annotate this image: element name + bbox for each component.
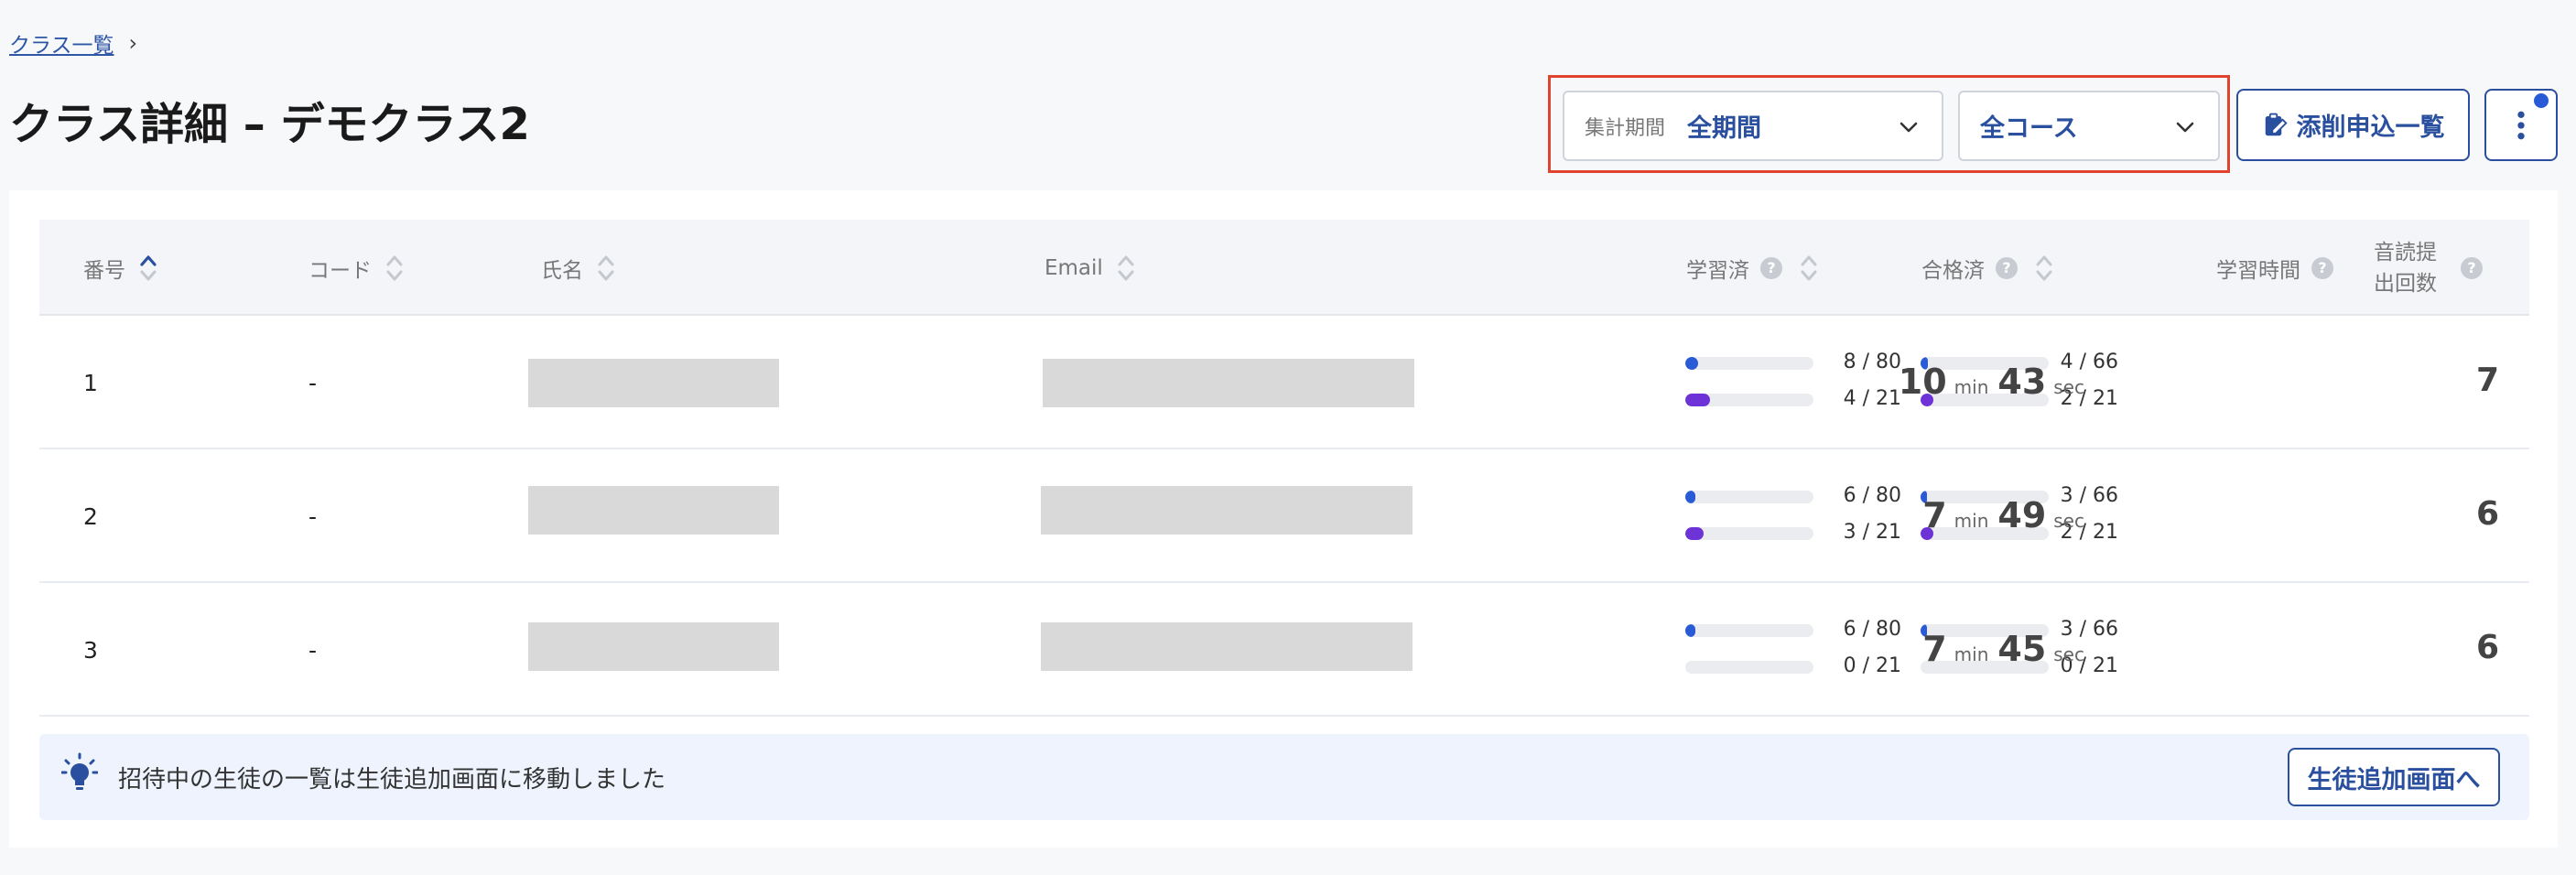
redacted-name [528,622,779,671]
column-header-name[interactable]: 氏名 [541,220,616,316]
student-code: - [308,502,318,530]
page-title: クラス詳細 – デモクラス2 [9,99,530,150]
notification-dot [2534,93,2549,108]
reading-count: 6 [2475,495,2499,533]
column-header-number[interactable]: 番号 [83,220,158,316]
more-vertical-icon [2517,111,2525,139]
studied-progress-bar [1685,357,1813,370]
clipboard-edit-icon [2265,113,2288,135]
redacted-email [1043,359,1414,407]
studied-count: 8 / 80 [1843,351,1901,373]
column-header-passed[interactable]: 合格済 ? [1921,220,2054,316]
student-number: 3 [83,636,98,664]
student-code: - [308,636,318,664]
studied-progress-bar [1685,624,1813,637]
help-icon[interactable]: ? [2461,256,2483,279]
study-time: 7 min 45 sec [1922,629,2084,669]
help-icon[interactable]: ? [1996,256,2018,279]
redacted-email [1041,622,1412,671]
redacted-email [1041,486,1412,535]
column-header-reading-count: 音読提 出回数 ? [2374,220,2483,316]
studied-sub-count: 0 / 21 [1843,654,1901,677]
studied-sub-progress-bar [1685,394,1813,406]
table-header: 番号 コード 氏名 Email 学習済 ? 合格済 ? 学習時間 ? 音読提 出… [39,220,2529,316]
apply-list-label: 添削申込一覧 [2296,113,2445,142]
table-row[interactable]: 1 - 8 / 80 4 / 21 4 / 66 2 / 21 10 min 43 s… [39,316,2529,449]
apply-list-button[interactable]: 添削申込一覧 [2236,89,2470,161]
info-notice: 招待中の生徒の一覧は生徒追加画面に移動しました [39,734,2529,820]
redacted-name [528,486,779,535]
studied-sub-count: 4 / 21 [1843,387,1901,410]
studied-count: 6 / 80 [1843,618,1901,641]
redacted-name [528,359,779,407]
chevron-down-icon [1900,122,1918,133]
sort-icon-active [140,254,157,280]
sort-icon [1801,255,1817,280]
course-select[interactable]: 全コース [1958,91,2220,161]
reading-count: 6 [2475,629,2499,666]
chevron-down-icon [2176,122,2194,133]
column-header-studied[interactable]: 学習済 ? [1686,220,1819,316]
sort-icon [386,255,403,280]
study-time: 10 min 43 sec [1898,362,2084,402]
period-select-label: 集計期間 [1585,116,1666,140]
table-row[interactable]: 3 - 6 / 80 0 / 21 3 / 66 0 / 21 7 min 45 se… [39,583,2529,717]
studied-progress-bar [1685,491,1813,503]
chevron-right-icon: › [128,30,138,56]
help-icon[interactable]: ? [2311,256,2333,279]
studied-sub-count: 3 / 21 [1843,521,1901,544]
student-code: - [308,369,318,396]
course-select-value: 全コース [1980,114,2078,143]
column-header-study-time: 学習時間 ? [2216,220,2333,316]
breadcrumb: クラス一覧 › [9,27,137,59]
period-select[interactable]: 集計期間 全期間 [1563,91,1943,161]
reading-count: 7 [2475,362,2499,399]
period-select-value: 全期間 [1687,114,1762,143]
studied-count: 6 / 80 [1843,484,1901,507]
table-row[interactable]: 2 - 6 / 80 3 / 21 3 / 66 2 / 21 7 min 49 se… [39,449,2529,583]
study-time: 7 min 49 sec [1922,495,2084,535]
sort-icon [598,255,614,280]
lightbulb-icon [61,752,98,790]
breadcrumb-link-class-list[interactable]: クラス一覧 [9,27,114,59]
column-header-email[interactable]: Email [1044,220,1136,316]
studied-sub-progress-bar [1685,661,1813,674]
column-header-code[interactable]: コード [308,220,405,316]
studied-sub-progress-bar [1685,527,1813,540]
student-number: 2 [83,502,98,530]
sort-icon [1118,255,1134,280]
help-icon[interactable]: ? [1760,256,1782,279]
student-number: 1 [83,369,98,396]
student-add-page-button[interactable]: 生徒追加画面へ [2288,748,2500,806]
notice-message: 招待中の生徒の一覧は生徒追加画面に移動しました [118,765,666,794]
sort-icon [2036,255,2052,280]
